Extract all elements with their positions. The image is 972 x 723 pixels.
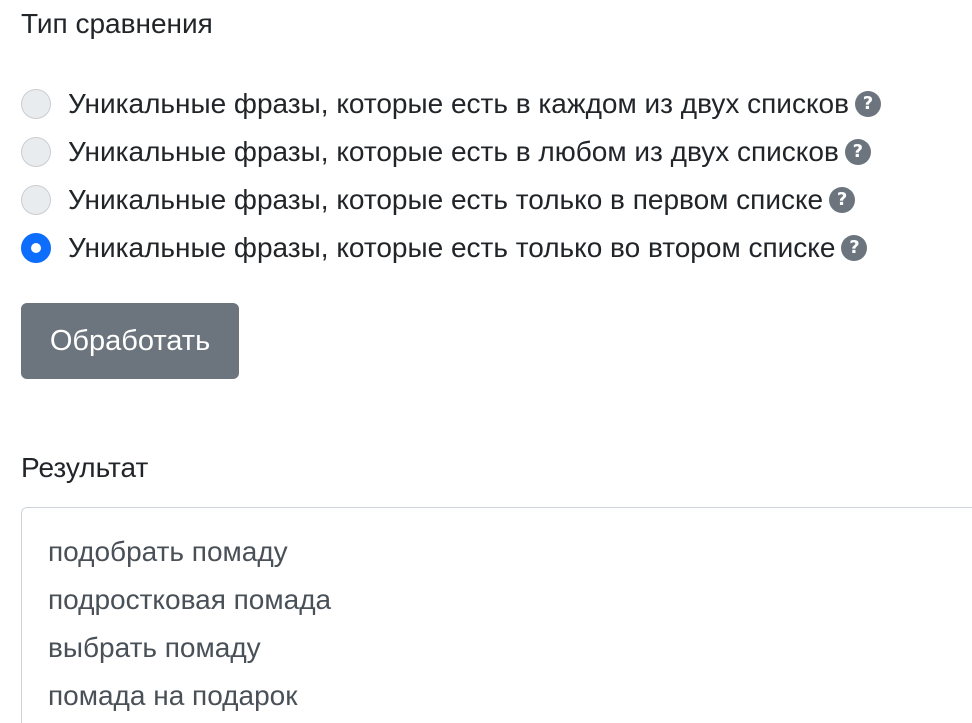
result-line: выбрать помаду	[48, 632, 261, 663]
result-label: Результат	[21, 452, 149, 483]
radio-option-label[interactable]: Уникальные фразы, которые есть в любом и…	[68, 134, 839, 170]
result-line: подростковая помада	[48, 584, 332, 615]
result-textarea[interactable]: подобрать помаду подростковая помада выб…	[21, 507, 972, 723]
radio-option-in-any-list[interactable]: Уникальные фразы, которые есть в любом и…	[21, 128, 881, 176]
comparison-type-title: Тип сравнения	[21, 8, 213, 39]
question-circle-icon[interactable]: ?	[841, 235, 868, 261]
radio-button[interactable]	[21, 89, 51, 119]
radio-option-label[interactable]: Уникальные фразы, которые есть в каждом …	[68, 86, 849, 122]
radio-option-in-both-lists[interactable]: Уникальные фразы, которые есть в каждом …	[21, 80, 881, 128]
radio-option-label[interactable]: Уникальные фразы, которые есть только в …	[68, 182, 823, 218]
radio-option-only-first-list[interactable]: Уникальные фразы, которые есть только в …	[21, 176, 881, 224]
question-circle-icon[interactable]: ?	[844, 139, 871, 165]
process-button[interactable]: Обработать	[21, 303, 239, 379]
radio-button[interactable]	[21, 233, 51, 263]
radio-option-label[interactable]: Уникальные фразы, которые есть только во…	[68, 230, 835, 266]
radio-button[interactable]	[21, 137, 51, 167]
result-line: помада на подарок	[48, 680, 298, 711]
radio-button[interactable]	[21, 185, 51, 215]
page: Тип сравнения Уникальные фразы, которые …	[0, 0, 972, 723]
question-circle-icon[interactable]: ?	[829, 187, 856, 213]
comparison-type-radio-group: Уникальные фразы, которые есть в каждом …	[21, 80, 881, 272]
result-line: подобрать помаду	[48, 536, 288, 567]
question-circle-icon[interactable]: ?	[854, 91, 881, 117]
radio-option-only-second-list[interactable]: Уникальные фразы, которые есть только во…	[21, 224, 881, 272]
